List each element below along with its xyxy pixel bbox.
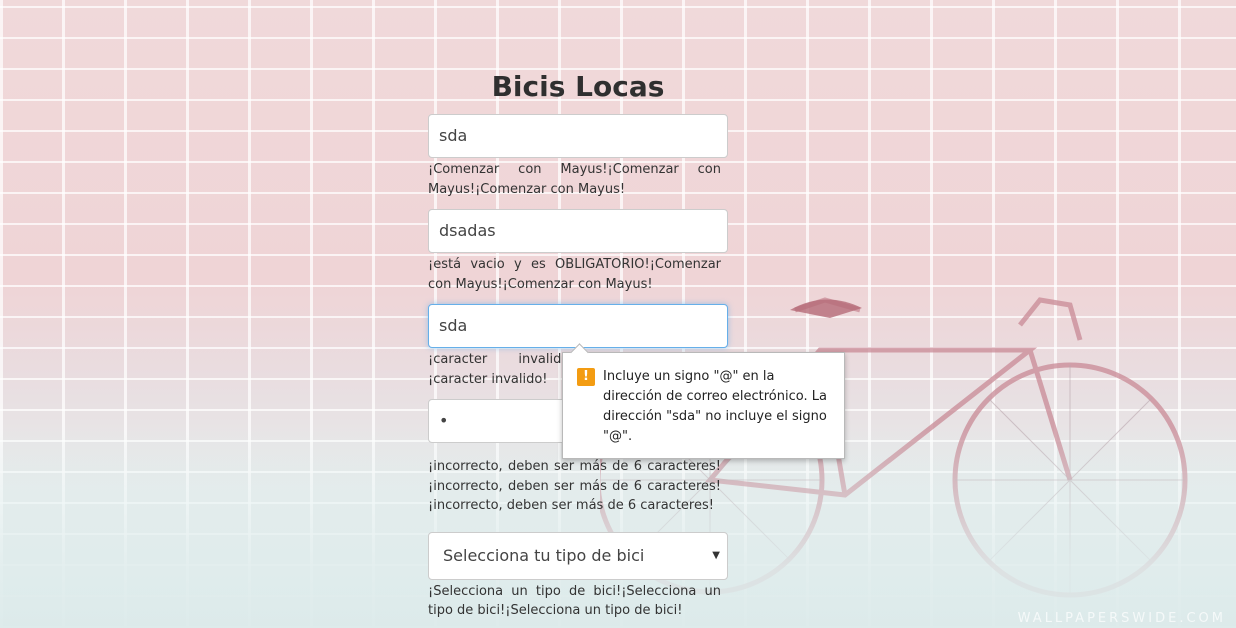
watermark-text: WALLPAPERSWIDE.COM bbox=[1017, 611, 1226, 626]
chevron-down-icon: ▼ bbox=[712, 549, 720, 561]
page-title: Bicis Locas bbox=[491, 70, 665, 103]
lastname-error-message: ¡está vacio y es OBLIGATORIO!¡Comenzar c… bbox=[428, 257, 721, 292]
bike-type-error-message: ¡Selecciona un tipo de bici!¡Selecciona … bbox=[428, 583, 721, 619]
name-error-message: ¡Comenzar con Mayus!¡Comenzar con Mayus!… bbox=[428, 162, 721, 197]
email-input[interactable]: sda bbox=[428, 304, 728, 348]
email-validation-tooltip: ! Incluye un signo "@" en la dirección d… bbox=[562, 352, 845, 459]
name-input[interactable]: sda bbox=[428, 114, 728, 158]
password-error-message: ¡incorrecto, deben ser más de 6 caracter… bbox=[428, 459, 721, 513]
bike-type-select[interactable]: Selecciona tu tipo de bici ▼ bbox=[428, 531, 728, 580]
bike-type-selected-value: Selecciona tu tipo de bici bbox=[443, 545, 645, 565]
validation-tooltip-text: Incluye un signo "@" en la dirección de … bbox=[603, 369, 827, 444]
warning-icon: ! bbox=[577, 368, 595, 386]
lastname-input[interactable]: dsadas bbox=[428, 209, 728, 253]
